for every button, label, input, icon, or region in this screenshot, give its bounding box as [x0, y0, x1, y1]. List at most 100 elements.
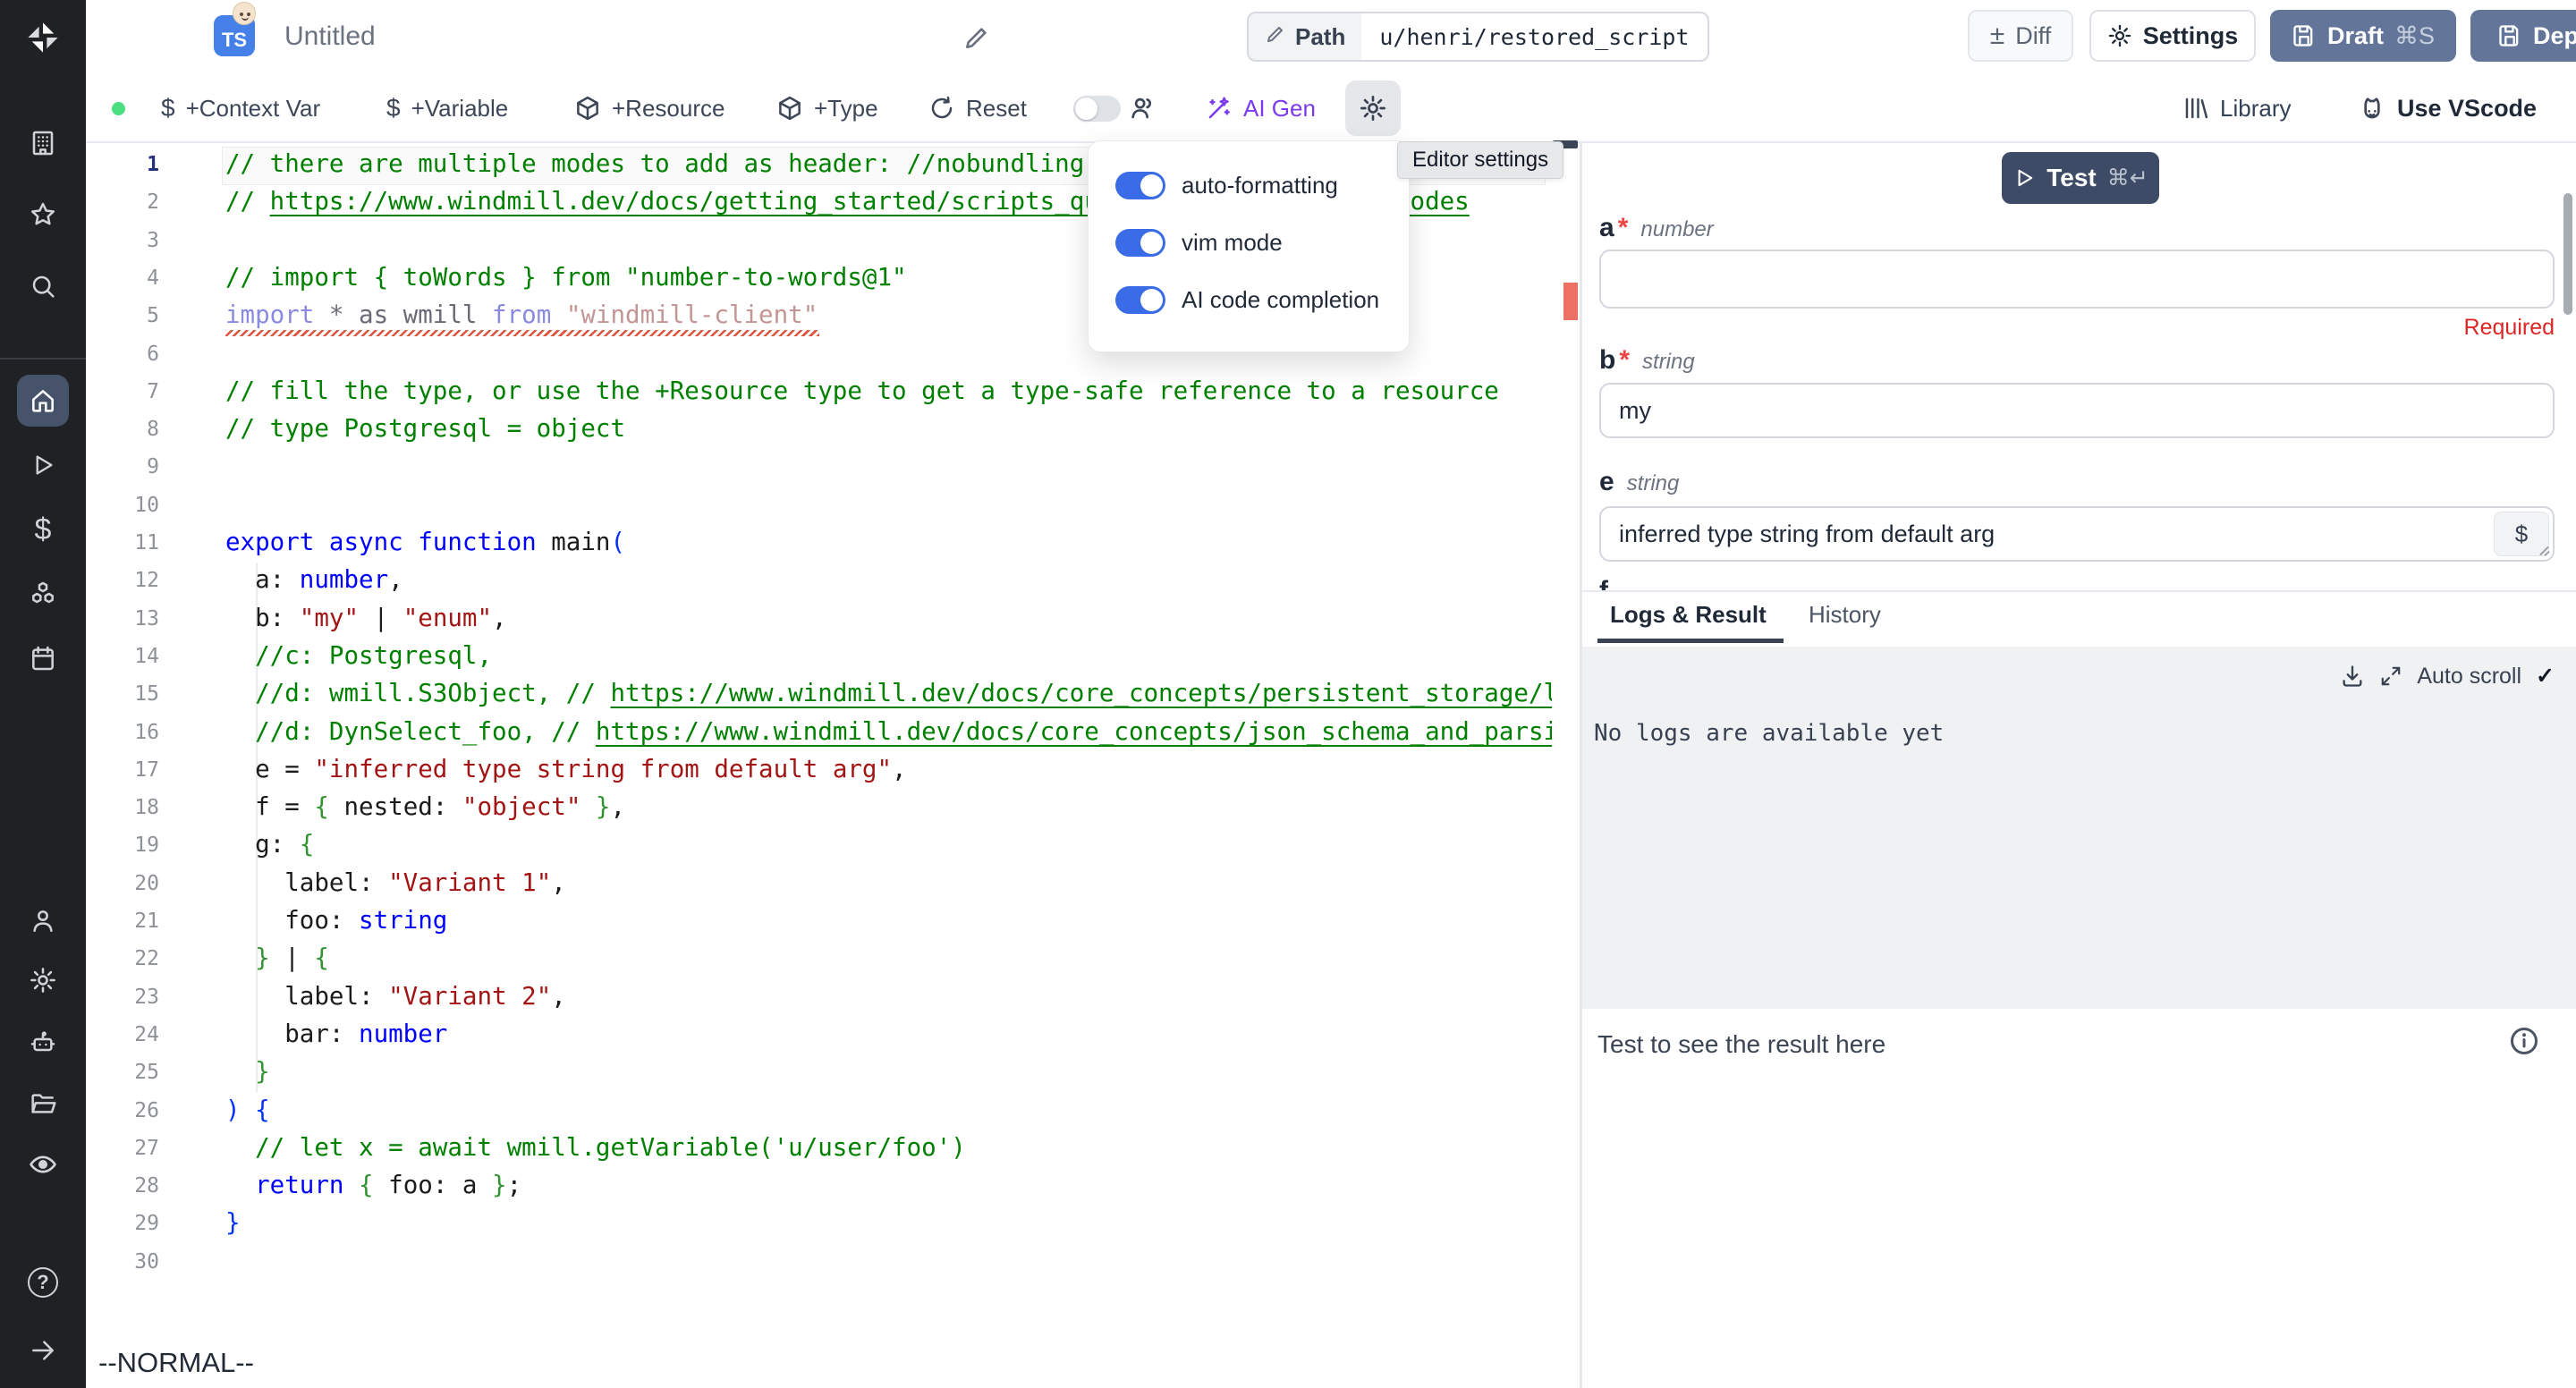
code-line[interactable]: 14 //c: Postgresql,: [86, 639, 1552, 677]
code-line[interactable]: 27 // let x = await wmill.getVariable('u…: [86, 1130, 1552, 1169]
add-variable-button[interactable]: $ +Variable: [386, 73, 508, 143]
auto-formatting-toggle[interactable]: [1115, 172, 1165, 199]
use-vscode-button[interactable]: Use VScode: [2358, 73, 2537, 143]
field-e-label: e string: [1599, 467, 1679, 497]
path-value[interactable]: u/henri/restored_script: [1361, 13, 1707, 60]
code-line[interactable]: 23 label: "Variant 2",: [86, 979, 1552, 1018]
line-number: 2: [86, 190, 159, 214]
sidebar-item-runs[interactable]: [0, 438, 86, 492]
field-b-input[interactable]: [1599, 383, 2555, 438]
code-line[interactable]: 29}: [86, 1206, 1552, 1244]
path-label: Path: [1295, 23, 1345, 51]
auto-formatting-label: auto-formatting: [1182, 172, 1338, 199]
sidebar-item-search[interactable]: [0, 259, 86, 313]
code-line[interactable]: 13 b: "my" | "enum",: [86, 601, 1552, 639]
dollar-icon: $: [35, 512, 52, 547]
textarea-resize-handle[interactable]: [2537, 544, 2551, 558]
sidebar-item-folders[interactable]: [0, 1077, 86, 1130]
menu-item-vim-mode[interactable]: vim mode: [1115, 229, 1283, 257]
sidebar-item-workers[interactable]: [0, 1016, 86, 1070]
code-line[interactable]: 8// type Postgresql = object: [86, 411, 1552, 450]
code-line[interactable]: 21 foo: string: [86, 903, 1552, 942]
multiplayer-icon[interactable]: [1129, 73, 1157, 143]
test-button[interactable]: Test ⌘↵: [2002, 152, 2159, 204]
path-field[interactable]: Path u/henri/restored_script: [1247, 12, 1709, 62]
code-line[interactable]: 25 }: [86, 1054, 1552, 1093]
ai-code-completion-toggle[interactable]: [1115, 286, 1165, 314]
field-type: number: [1640, 217, 1713, 242]
diff-mode-toggle[interactable]: [1073, 96, 1121, 122]
gear-icon: [1359, 94, 1387, 123]
code-text: g: {: [225, 830, 314, 859]
editor-settings-tooltip: Editor settings: [1397, 141, 1563, 179]
code-line[interactable]: 18 f = { nested: "object" },: [86, 790, 1552, 828]
code-line[interactable]: 11export async function main(: [86, 525, 1552, 563]
code-text: label: "Variant 2",: [225, 982, 566, 1011]
ai-gen-button[interactable]: AI Gen: [1206, 73, 1316, 143]
info-icon[interactable]: [2508, 1025, 2540, 1062]
edit-summary-pencil-icon[interactable]: [962, 23, 991, 56]
code-line[interactable]: 28 return { foo: a };: [86, 1168, 1552, 1206]
sidebar-item-help[interactable]: ?: [0, 1256, 86, 1309]
no-logs-message: No logs are available yet: [1594, 720, 1944, 747]
tab-history[interactable]: History: [1809, 601, 1881, 629]
sidebar-collapse-button[interactable]: [0, 1324, 86, 1377]
menu-item-ai-code-completion[interactable]: AI code completion: [1115, 286, 1379, 314]
sidebar-item-audit-logs[interactable]: [0, 1138, 86, 1191]
sidebar-item-favorites[interactable]: [0, 188, 86, 241]
auto-scroll-checkmark[interactable]: ✓: [2536, 663, 2555, 690]
code-line[interactable]: 26) {: [86, 1093, 1552, 1131]
add-resource-button[interactable]: +Resource: [574, 73, 724, 143]
panel-section-divider: [1582, 590, 2576, 592]
code-line[interactable]: 12 a: number,: [86, 563, 1552, 601]
field-e-input[interactable]: [1599, 506, 2555, 562]
code-line[interactable]: 9: [86, 449, 1552, 487]
sidebar-item-variables[interactable]: $: [0, 503, 86, 556]
code-line[interactable]: 17 e = "inferred type string from defaul…: [86, 752, 1552, 791]
diff-button[interactable]: ± Diff: [1968, 10, 2073, 62]
code-line[interactable]: 20 label: "Variant 1",: [86, 866, 1552, 904]
sidebar-item-schedules[interactable]: [0, 631, 86, 685]
code-line[interactable]: 30: [86, 1244, 1552, 1282]
add-type-button[interactable]: +Type: [776, 73, 878, 143]
menu-item-auto-formatting[interactable]: auto-formatting: [1115, 172, 1338, 199]
auto-scroll-label[interactable]: Auto scroll: [2417, 664, 2521, 690]
windmill-logo[interactable]: [0, 11, 86, 64]
line-number: 14: [86, 645, 159, 668]
settings-button[interactable]: Settings: [2089, 10, 2256, 62]
reset-button[interactable]: Reset: [928, 73, 1027, 143]
ai-gen-label: AI Gen: [1243, 95, 1316, 123]
sidebar-item-settings[interactable]: [0, 953, 86, 1007]
add-context-var-button[interactable]: $ +Context Var: [161, 73, 320, 143]
expand-logs-icon[interactable]: [2379, 664, 2402, 688]
save-icon: [2292, 23, 2317, 48]
line-number: 15: [86, 682, 159, 706]
code-line[interactable]: 7// fill the type, or use the +Resource …: [86, 374, 1552, 412]
download-logs-icon[interactable]: [2340, 664, 2365, 689]
code-line[interactable]: 16 //d: DynSelect_foo, // https://www.wi…: [86, 715, 1552, 753]
path-label-segment[interactable]: Path: [1249, 13, 1361, 60]
library-button[interactable]: Library: [2182, 73, 2291, 143]
package-icon: [776, 95, 803, 122]
magic-wand-icon: [1206, 95, 1233, 122]
play-icon: [30, 452, 56, 478]
sidebar-item-workspace[interactable]: [0, 116, 86, 170]
draft-button[interactable]: Draft ⌘S: [2270, 10, 2456, 62]
panel-scrollbar-thumb[interactable]: [2563, 193, 2572, 315]
sidebar-item-users[interactable]: [0, 894, 86, 948]
vim-mode-toggle[interactable]: [1115, 229, 1165, 257]
code-text: label: "Variant 1",: [225, 868, 566, 897]
code-line[interactable]: 19 g: {: [86, 827, 1552, 866]
code-line[interactable]: 22 } | {: [86, 941, 1552, 979]
editor-settings-button[interactable]: [1345, 80, 1401, 136]
code-line[interactable]: 10: [86, 487, 1552, 526]
code-line[interactable]: 24 bar: number: [86, 1017, 1552, 1055]
code-line[interactable]: 15 //d: wmill.S3Object, // https://www.w…: [86, 676, 1552, 715]
line-number: 19: [86, 834, 159, 857]
field-a-input[interactable]: [1599, 250, 2555, 309]
sidebar-item-resources[interactable]: [0, 567, 86, 621]
code-text: }: [225, 1057, 270, 1086]
sidebar-item-home[interactable]: [0, 374, 86, 427]
deploy-button[interactable]: Deploy: [2470, 10, 2576, 62]
tab-logs-result[interactable]: Logs & Result: [1610, 601, 1767, 629]
